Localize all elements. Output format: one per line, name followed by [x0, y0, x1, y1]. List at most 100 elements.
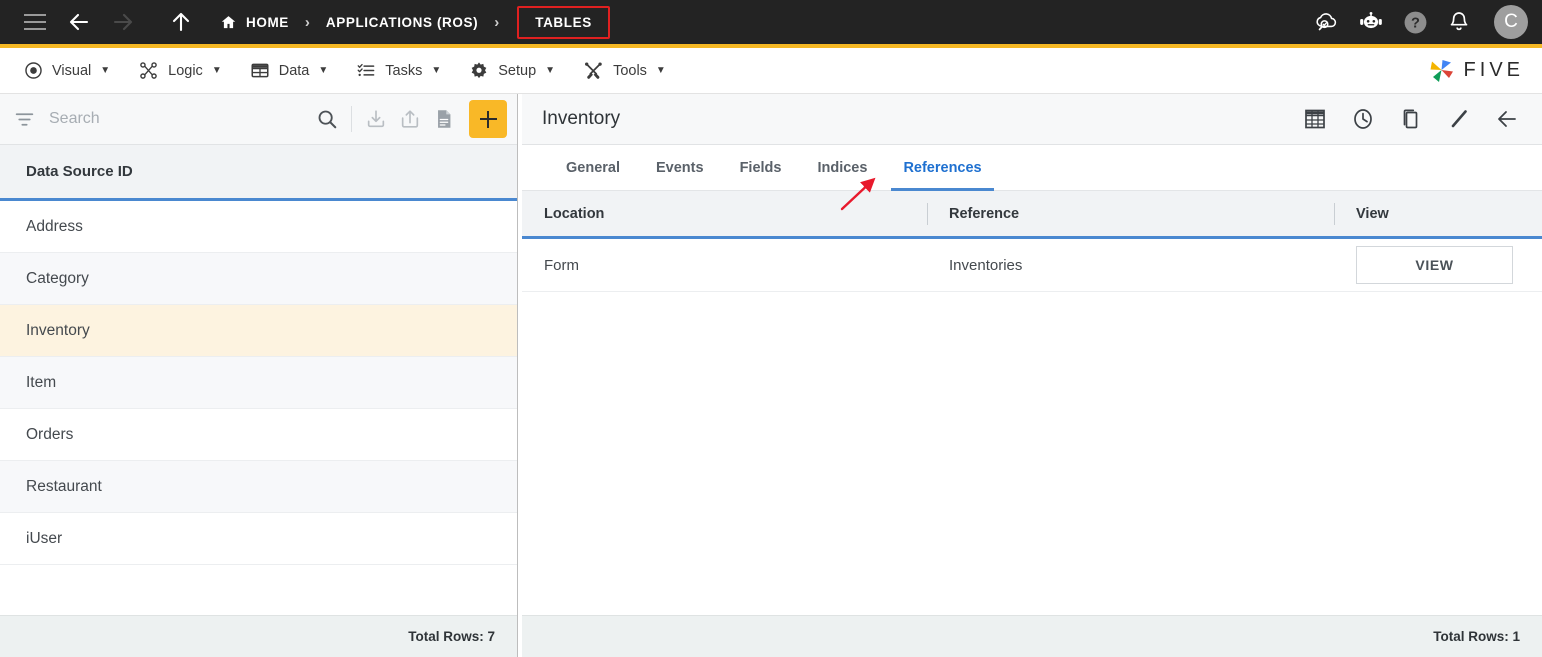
table-row[interactable]: Form Inventories VIEW [522, 239, 1542, 292]
menu-label-tools: Tools [613, 62, 647, 79]
notifications-button[interactable] [1446, 9, 1472, 35]
detail-actions [1302, 106, 1520, 132]
detail-header: Inventory [522, 94, 1542, 145]
list-empty-row [0, 565, 517, 607]
forward-button[interactable] [106, 5, 140, 39]
column-header-label: Location [544, 205, 605, 222]
page-title: Inventory [542, 108, 621, 129]
up-button[interactable] [164, 5, 198, 39]
forward-arrow-icon [113, 13, 133, 31]
menu-label-data: Data [278, 62, 310, 79]
menu-item-logic[interactable]: Logic ▼ [124, 55, 236, 86]
cell-text: Form [544, 256, 579, 274]
hamburger-menu-button[interactable] [18, 5, 52, 39]
list-item-label: Category [26, 269, 89, 287]
breadcrumb-label-applications: APPLICATIONS (ROS) [325, 14, 479, 30]
list-item-restaurant[interactable]: Restaurant [0, 461, 517, 513]
tab-label: General [566, 159, 620, 176]
toolbar-divider [351, 106, 352, 132]
eye-icon [25, 62, 42, 79]
checklist-icon [357, 63, 375, 77]
list-item-item[interactable]: Item [0, 357, 517, 409]
content-area: Data Source ID Address Category Inventor… [0, 94, 1542, 657]
brand-text: FIVE [1463, 59, 1524, 81]
column-header-location[interactable]: Location [522, 191, 927, 236]
menu-item-data[interactable]: Data ▼ [236, 55, 343, 86]
list-column-header: Data Source ID [0, 145, 517, 201]
tab-indices[interactable]: Indices [799, 145, 885, 190]
add-button[interactable] [469, 100, 507, 138]
view-button[interactable]: VIEW [1356, 246, 1513, 284]
column-header-label: Reference [949, 205, 1020, 222]
left-total-rows: Total Rows: 7 [408, 629, 495, 644]
brand-logo: FIVE [1427, 57, 1524, 85]
breadcrumb-item-applications[interactable]: APPLICATIONS (ROS) [324, 11, 480, 34]
topbar-actions: ? C [1314, 5, 1528, 39]
copy-button[interactable] [1398, 106, 1424, 132]
table-view-button[interactable] [1302, 106, 1328, 132]
references-table-header: Location Reference View [522, 191, 1542, 239]
list-item-address[interactable]: Address [0, 201, 517, 253]
column-header-view[interactable]: View [1334, 191, 1542, 236]
cloud-search-button[interactable] [1314, 9, 1340, 35]
data-sources-panel: Data Source ID Address Category Inventor… [0, 94, 518, 657]
help-button[interactable]: ? [1402, 9, 1428, 35]
breadcrumb-separator-1: › [304, 13, 310, 31]
list-item-category[interactable]: Category [0, 253, 517, 305]
chatbot-button[interactable] [1358, 9, 1384, 35]
table-view-icon [1305, 109, 1325, 129]
search-input[interactable] [49, 110, 310, 128]
menu-item-tools[interactable]: Tools ▼ [569, 55, 680, 86]
back-arrow-icon [1498, 111, 1516, 127]
table-detail-panel: Inventory General Events Fields Indices … [522, 94, 1542, 657]
hamburger-icon [24, 9, 46, 35]
list-item-label: Restaurant [26, 477, 102, 495]
cell-text: Inventories [949, 256, 1023, 274]
chevron-down-icon: ▼ [100, 65, 111, 76]
close-detail-button[interactable] [1494, 106, 1520, 132]
breadcrumb-item-home[interactable]: HOME [218, 10, 291, 35]
import-download-icon[interactable] [359, 102, 393, 136]
menu-item-setup[interactable]: Setup ▼ [455, 55, 569, 87]
edit-button[interactable] [1446, 106, 1472, 132]
tab-events[interactable]: Events [638, 145, 722, 190]
back-arrow-icon [69, 13, 89, 31]
history-button[interactable] [1350, 106, 1376, 132]
right-panel-footer: Total Rows: 1 [522, 615, 1542, 657]
search-icon[interactable] [310, 102, 344, 136]
export-share-icon[interactable] [393, 102, 427, 136]
back-button[interactable] [62, 5, 96, 39]
menu-item-visual[interactable]: Visual ▼ [10, 55, 124, 86]
home-icon [220, 14, 237, 31]
main-menu-bar: Visual ▼ Logic ▼ Data ▼ Tasks ▼ Setup ▼ … [0, 48, 1542, 94]
list-item-iuser[interactable]: iUser [0, 513, 517, 565]
list-item-label: iUser [26, 529, 63, 547]
user-avatar[interactable]: C [1494, 5, 1528, 39]
left-panel-toolbar [0, 94, 517, 145]
robot-chat-icon [1360, 11, 1382, 29]
chevron-down-icon: ▼ [318, 65, 329, 76]
list-item-inventory[interactable]: Inventory [0, 305, 517, 357]
filter-icon[interactable] [14, 109, 35, 130]
tools-cross-icon [585, 62, 602, 79]
list-item-orders[interactable]: Orders [0, 409, 517, 461]
menu-label-logic: Logic [168, 62, 203, 79]
column-divider [1334, 202, 1335, 225]
view-button-label: VIEW [1415, 257, 1454, 273]
menu-item-tasks[interactable]: Tasks ▼ [342, 55, 455, 86]
chevron-down-icon: ▼ [211, 65, 222, 76]
document-icon[interactable] [427, 102, 461, 136]
breadcrumb-item-tables[interactable]: TABLES [517, 5, 610, 39]
tab-fields[interactable]: Fields [722, 145, 800, 190]
column-header-reference[interactable]: Reference [927, 191, 1334, 236]
tab-label: Fields [739, 159, 782, 176]
cell-reference: Inventories [927, 239, 1334, 291]
tab-general[interactable]: General [548, 145, 638, 190]
menu-label-tasks: Tasks [385, 62, 423, 79]
tab-references[interactable]: References [885, 145, 999, 191]
svg-text:?: ? [1411, 15, 1420, 31]
tab-label: Events [656, 159, 704, 176]
tab-label: References [903, 159, 982, 176]
breadcrumb-label-tables: TABLES [535, 14, 592, 30]
breadcrumb-label-home: HOME [246, 14, 289, 30]
